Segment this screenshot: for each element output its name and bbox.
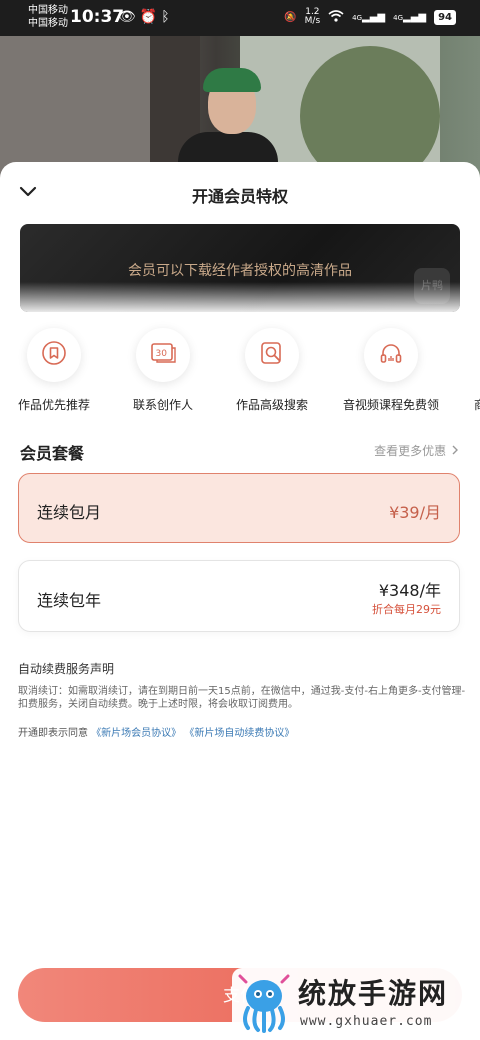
- carrier-1: 中国移动: [28, 5, 68, 16]
- member-agreement-link[interactable]: 《新片场会员协议》: [91, 728, 181, 739]
- net-speed: 1.2 M/s: [304, 7, 321, 26]
- search-icon: [259, 340, 285, 370]
- plan-name: 连续包年: [37, 591, 102, 610]
- octopus-logo-icon: [236, 974, 292, 1034]
- plan-monthly-equivalent: 折合每月29元: [372, 603, 441, 616]
- feature-label: 作品高级搜索: [235, 398, 308, 412]
- auto-renew-body: 取消续订：如需取消续订，请在到期日前一天15点前，在微信中，通过我-支付-右上角…: [18, 686, 466, 710]
- feature-label: 联系创作人: [132, 398, 193, 412]
- sheet-header: 开通会员特权: [0, 162, 480, 226]
- signal-icon-2: 4G▂▄▆: [393, 11, 427, 23]
- wifi-icon: [328, 9, 344, 25]
- agreement-text: 开通即表示同意 《新片场会员协议》 《新片场自动续费协议》: [18, 728, 295, 739]
- status-bar: 中国移动 中国移动 10:37 👁⏰ᛒ 🔕 1.2 M/s 4G▂▄▆ 4G▂▄▆…: [0, 0, 480, 36]
- feature-list: 作品优先推荐 30 联系创作人 作品高级搜索 音视频课程免费领: [0, 328, 480, 418]
- status-icons-right: 🔕 1.2 M/s 4G▂▄▆ 4G▂▄▆ 94: [284, 8, 456, 26]
- feature-item-contact[interactable]: 30 联系创作人: [108, 328, 218, 413]
- membership-sheet: 开通会员特权 会员可以下载经作者授权的高清作品 片鸭 作品优先推荐 30 联系创…: [0, 162, 480, 1040]
- auto-renew-agreement-link[interactable]: 《新片场自动续费协议》: [184, 728, 294, 739]
- feature-item-recommend[interactable]: 作品优先推荐: [0, 328, 109, 413]
- auto-renew-title: 自动续费服务声明: [18, 662, 115, 676]
- watermark-url: www.gxhuaer.com: [300, 1014, 433, 1029]
- headphones-icon: [378, 340, 404, 370]
- bluetooth-icon: ᛒ: [161, 9, 174, 25]
- feature-label: 作品优先推荐: [17, 398, 90, 412]
- packages-title: 会员套餐: [20, 444, 85, 463]
- watermark-text: 统放手游网: [298, 977, 449, 1010]
- carrier-2: 中国移动: [28, 18, 68, 29]
- plan-price: ¥39/月: [389, 503, 441, 522]
- battery-indicator: 94: [434, 9, 456, 25]
- chevron-right-icon: [450, 444, 460, 458]
- page-title: 开通会员特权: [191, 187, 288, 206]
- bookmark-icon: [41, 340, 67, 370]
- feature-item-search[interactable]: 作品高级搜索: [217, 328, 327, 413]
- status-time: 10:37: [70, 7, 125, 27]
- plan-yearly[interactable]: 连续包年 ¥348/年 折合每月29元: [18, 560, 460, 632]
- mute-icon: 🔕: [284, 11, 297, 23]
- watermark: 统放手游网 www.gxhuaer.com: [232, 968, 480, 1040]
- plan-name: 连续包月: [37, 503, 102, 522]
- feature-label: 商: [418, 396, 480, 413]
- chat-icon: 30: [149, 340, 177, 370]
- plan-price: ¥348/年: [378, 581, 441, 600]
- plan-monthly[interactable]: 连续包月 ¥39/月: [18, 473, 460, 543]
- feature-item-more[interactable]: 商: [418, 328, 480, 413]
- banner-text: 会员可以下载经作者授权的高清作品: [128, 263, 352, 279]
- vip-banner: 会员可以下载经作者授权的高清作品 片鸭: [20, 224, 460, 312]
- svg-text:30: 30: [156, 349, 168, 359]
- signal-icon: 4G▂▄▆: [352, 11, 386, 23]
- carrier-info: 中国移动 中国移动: [28, 4, 68, 30]
- eye-icon: 👁: [118, 9, 140, 25]
- alarm-icon: ⏰: [139, 9, 162, 25]
- status-icons-left: 👁⏰ᛒ: [118, 9, 174, 25]
- more-offers-link[interactable]: 查看更多优惠: [374, 442, 460, 459]
